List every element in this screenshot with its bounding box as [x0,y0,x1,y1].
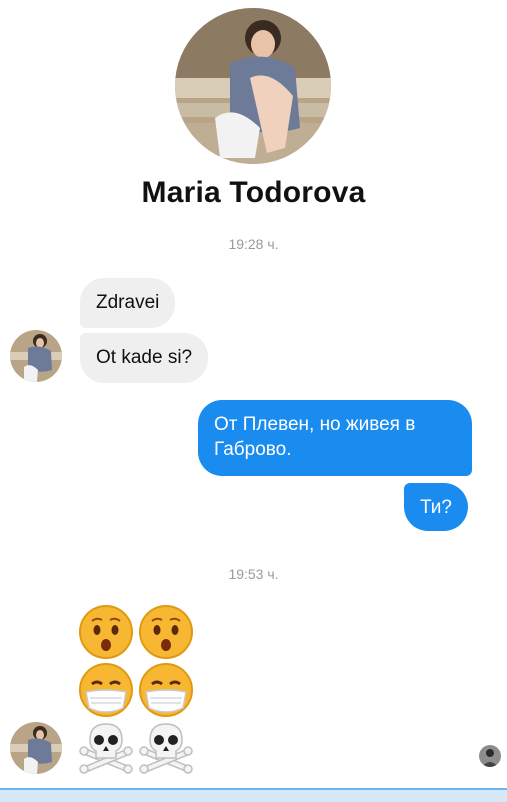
mask-face-icon [79,663,133,717]
contact-avatar[interactable] [10,330,62,382]
contact-name: Maria Todorova [141,176,366,209]
outgoing-message[interactable]: От Плевен, но живея в Габрово. [198,400,472,476]
timestamp: 19:28 ч. [228,236,279,252]
hushed-face-icon [139,605,193,659]
contact-profile-photo[interactable] [175,8,331,164]
emoji-message[interactable] [78,604,198,774]
mask-face-icon [139,663,193,717]
skull-crossbones-icon [139,723,193,774]
hushed-face-icon [79,605,133,659]
contact-avatar[interactable] [10,722,62,774]
timestamp: 19:53 ч. [228,566,279,582]
outgoing-message[interactable]: Ти? [404,483,468,531]
seen-receipt-avatar [479,745,501,767]
skull-crossbones-icon [79,723,133,774]
incoming-message[interactable]: Ot kade si? [80,333,209,383]
incoming-message[interactable]: Zdravei [80,278,176,328]
